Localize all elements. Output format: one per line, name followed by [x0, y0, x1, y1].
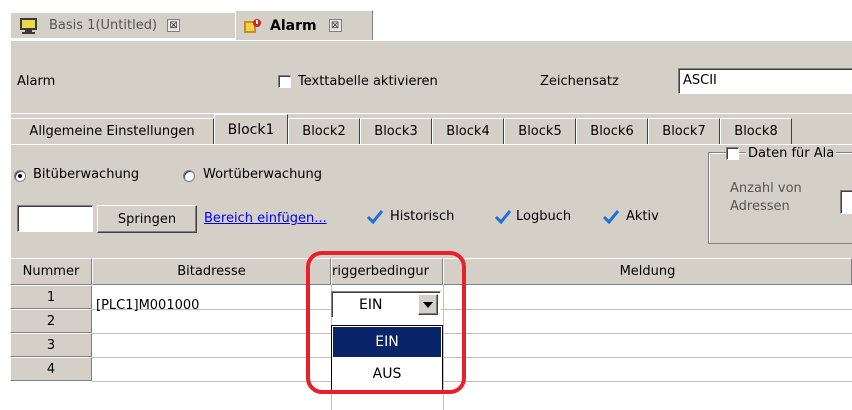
insert-range-link[interactable]: Bereich einfügen...: [204, 211, 327, 226]
grid-line: [92, 381, 852, 382]
alarm-icon: [244, 18, 261, 33]
charset-value: ASCII: [683, 73, 717, 88]
jump-button[interactable]: Springen: [97, 205, 197, 233]
col-header-message[interactable]: Meldung: [443, 258, 852, 285]
grid-line: [92, 333, 852, 334]
count-field[interactable]: [840, 190, 852, 214]
col-header-number[interactable]: Nummer: [10, 258, 92, 285]
count-label-2: Adressen: [730, 199, 790, 214]
grid-line: [92, 309, 852, 310]
historic-label[interactable]: Historisch: [390, 209, 454, 224]
close-icon[interactable]: ⊠: [328, 19, 342, 32]
data-checkbox[interactable]: [726, 147, 739, 160]
col-header-bitaddress[interactable]: Bitadresse: [92, 258, 331, 285]
jump-input[interactable]: [17, 205, 93, 232]
tab-block8[interactable]: Block8: [720, 118, 792, 144]
data-checkbox-label: Daten für Ala: [746, 146, 837, 161]
tab-block4[interactable]: Block4: [432, 118, 504, 144]
divider: [10, 113, 852, 114]
bit-monitoring-label: Bitüberwachung: [33, 167, 140, 182]
tab-block5[interactable]: Block5: [504, 118, 576, 144]
charset-label: Zeichensatz: [540, 74, 619, 89]
tab-block3[interactable]: Block3: [360, 118, 432, 144]
panel-title: Alarm: [17, 74, 56, 89]
bitaddress-cell[interactable]: [PLC1]M001000: [96, 298, 199, 313]
highlight-ring: [306, 251, 466, 394]
data-groupbox: [708, 152, 852, 244]
count-label-1: Anzahl von: [730, 181, 802, 196]
row-header[interactable]: 1: [10, 285, 92, 309]
doc-tab-basis-label: Basis 1(Untitled): [49, 18, 158, 33]
close-icon[interactable]: ⊠: [167, 19, 181, 32]
doc-tab-basis[interactable]: Basis 1(Untitled) ⊠: [10, 12, 235, 38]
divider: [10, 144, 852, 145]
tab-block6[interactable]: Block6: [576, 118, 648, 144]
tab-block2[interactable]: Block2: [288, 118, 360, 144]
texttable-label: Texttabelle aktivieren: [298, 74, 438, 89]
texttable-checkbox[interactable]: [278, 75, 291, 88]
word-monitoring-label: Wortüberwachung: [203, 167, 323, 182]
check-icon: [602, 210, 620, 225]
check-icon: [494, 210, 512, 225]
active-label[interactable]: Aktiv: [626, 209, 659, 224]
charset-field[interactable]: ASCII: [678, 68, 852, 94]
doc-tab-alarm-label: Alarm: [270, 17, 317, 34]
logbook-label[interactable]: Logbuch: [516, 209, 571, 224]
tab-block7[interactable]: Block7: [648, 118, 720, 144]
row-header[interactable]: 4: [10, 357, 92, 381]
tab-block1[interactable]: Block1: [214, 114, 288, 144]
screen-icon: [20, 17, 37, 34]
row-header[interactable]: 2: [10, 309, 92, 333]
doc-tab-alarm[interactable]: Alarm ⊠: [235, 10, 373, 40]
check-icon: [366, 210, 384, 225]
word-monitoring-radio[interactable]: [183, 170, 195, 182]
grid-line: [92, 357, 852, 358]
tab-general-settings[interactable]: Allgemeine Einstellungen: [10, 118, 214, 144]
bit-monitoring-radio[interactable]: [14, 170, 26, 182]
row-header[interactable]: 3: [10, 333, 92, 357]
